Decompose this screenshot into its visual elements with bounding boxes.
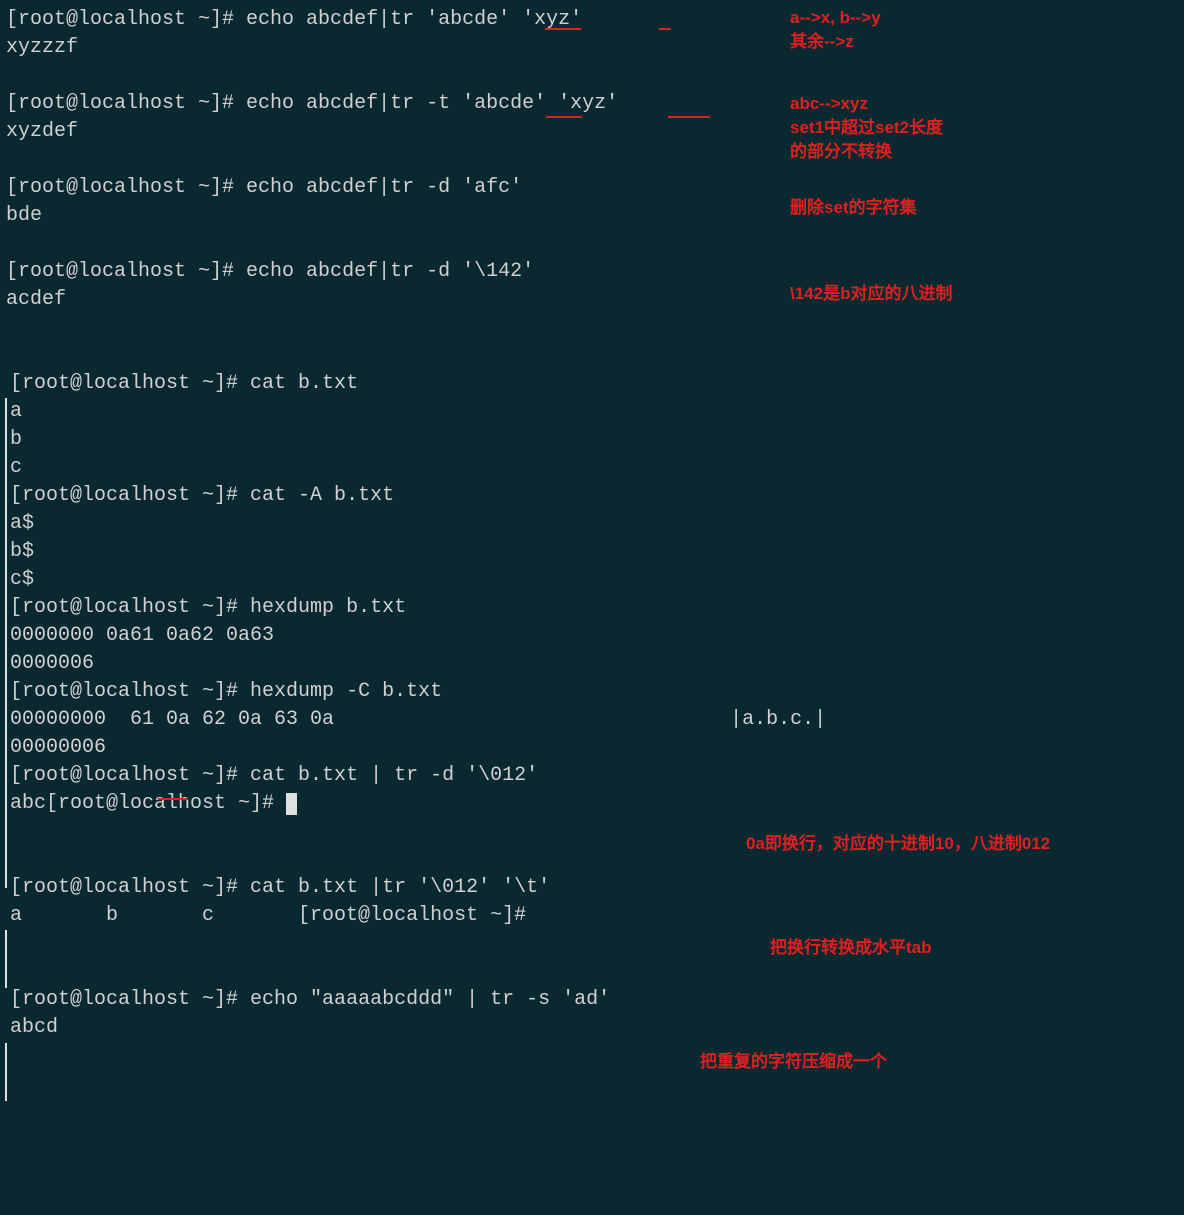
prompt: [root@localhost ~]# xyxy=(10,988,250,1011)
prompt: [root@localhost ~]# xyxy=(6,176,246,199)
output-line: acdef xyxy=(6,286,1178,314)
prompt: [root@localhost ~]# xyxy=(10,484,250,507)
prompt: [root@localhost ~]# xyxy=(10,680,250,703)
output-line: xyzdef xyxy=(6,118,1178,146)
underline-mark xyxy=(158,798,188,800)
cmd-line-3: [root@localhost ~]# echo abcdef|tr -d 'a… xyxy=(6,174,1178,202)
annotation: 的部分不转换 xyxy=(790,140,892,164)
command-text: cat -A b.txt xyxy=(250,484,394,507)
cmd-line-4: [root@localhost ~]# echo abcdef|tr -d '\… xyxy=(6,258,1178,286)
output-line: c$ xyxy=(6,566,1178,594)
annotation: 0a即换行，对应的十进制10，八进制012 xyxy=(746,832,1050,856)
blank-line xyxy=(6,930,1178,958)
cmd-line-b4-1: [root@localhost ~]# echo "aaaaabcddd" | … xyxy=(6,986,1178,1014)
prompt: [root@localhost ~]# xyxy=(10,876,250,899)
command-text: cat b.txt | tr -d '\012' xyxy=(250,764,538,787)
command-text: hexdump -C b.txt xyxy=(250,680,442,703)
output-line: 0000000 0a61 0a62 0a63 xyxy=(6,622,1178,650)
blank-line xyxy=(6,230,1178,258)
cmd-line-b2-4: [root@localhost ~]# hexdump -C b.txt xyxy=(6,678,1178,706)
section-bar xyxy=(5,1043,7,1101)
cursor-icon xyxy=(286,793,297,815)
prompt: [root@localhost ~]# xyxy=(10,596,250,619)
annotation: 其余-->z xyxy=(790,30,854,54)
annotation: 把重复的字符压缩成一个 xyxy=(700,1050,887,1074)
annotation: set1中超过set2长度 xyxy=(790,116,943,140)
terminal-screen: [root@localhost ~]# echo abcdef|tr 'abcd… xyxy=(0,0,1184,1048)
command-text: cat b.txt |tr '\012' '\t' xyxy=(250,876,550,899)
output-line: xyzzzf xyxy=(6,34,1178,62)
output-line-with-prompt: abc[root@localhost ~]# xyxy=(6,790,1178,818)
prompt: [root@localhost ~]# xyxy=(10,764,250,787)
annotation: 把换行转换成水平tab xyxy=(770,936,932,960)
annotation: 删除set的字符集 xyxy=(790,196,917,220)
cmd-line-b2-5: [root@localhost ~]# cat b.txt | tr -d '\… xyxy=(6,762,1178,790)
blank-line xyxy=(6,62,1178,90)
annotation: abc-->xyz xyxy=(790,92,868,116)
output-line: bde xyxy=(6,202,1178,230)
output-line: 00000000 61 0a 62 0a 63 0a |a.b.c.| xyxy=(6,706,1178,734)
cmd-line-b3-1: [root@localhost ~]# cat b.txt |tr '\012'… xyxy=(6,874,1178,902)
output-line: a b c [root@localhost ~]# xyxy=(6,902,1178,930)
command-text: echo "aaaaabcddd" | tr -s 'ad' xyxy=(250,988,610,1011)
cmd-line-2: [root@localhost ~]# echo abcdef|tr -t 'a… xyxy=(6,90,1178,118)
command-text: echo abcdef|tr 'abcde' 'xyz' xyxy=(246,8,582,31)
output-line: a xyxy=(6,398,1178,426)
output-line: 0000006 xyxy=(6,650,1178,678)
output-line: c xyxy=(6,454,1178,482)
output-text: abc xyxy=(10,792,46,815)
cmd-line-1: [root@localhost ~]# echo abcdef|tr 'abcd… xyxy=(6,6,1178,34)
cmd-line-b2-1: [root@localhost ~]# cat b.txt xyxy=(6,370,1178,398)
prompt: [root@localhost ~]# xyxy=(10,372,250,395)
command-text: echo abcdef|tr -d 'afc' xyxy=(246,176,522,199)
cmd-line-b2-2: [root@localhost ~]# cat -A b.txt xyxy=(6,482,1178,510)
blank-line xyxy=(6,314,1178,342)
annotation: \142是b对应的八进制 xyxy=(790,282,952,306)
output-line: b$ xyxy=(6,538,1178,566)
annotation: a-->x, b-->y xyxy=(790,6,881,30)
prompt: [root@localhost ~]# xyxy=(6,8,246,31)
underline-mark xyxy=(546,116,582,118)
output-line: b xyxy=(6,426,1178,454)
command-text: hexdump b.txt xyxy=(250,596,406,619)
underline-mark xyxy=(668,116,710,118)
command-text: echo abcdef|tr -d '\142' xyxy=(246,260,534,283)
prompt: [root@localhost ~]# xyxy=(6,92,246,115)
cmd-line-b2-3: [root@localhost ~]# hexdump b.txt xyxy=(6,594,1178,622)
command-text: cat b.txt xyxy=(250,372,358,395)
underline-mark xyxy=(659,28,671,30)
command-text: echo abcdef|tr -t 'abcde' 'xyz' xyxy=(246,92,618,115)
blank-line xyxy=(6,958,1178,986)
underline-mark xyxy=(545,28,581,30)
output-line: a$ xyxy=(6,510,1178,538)
blank-line xyxy=(6,146,1178,174)
output-line: 00000006 xyxy=(6,734,1178,762)
output-line: abcd xyxy=(6,1014,1178,1042)
prompt: [root@localhost ~]# xyxy=(6,260,246,283)
blank-line xyxy=(6,342,1178,370)
prompt: [root@localhost ~]# xyxy=(46,792,286,815)
